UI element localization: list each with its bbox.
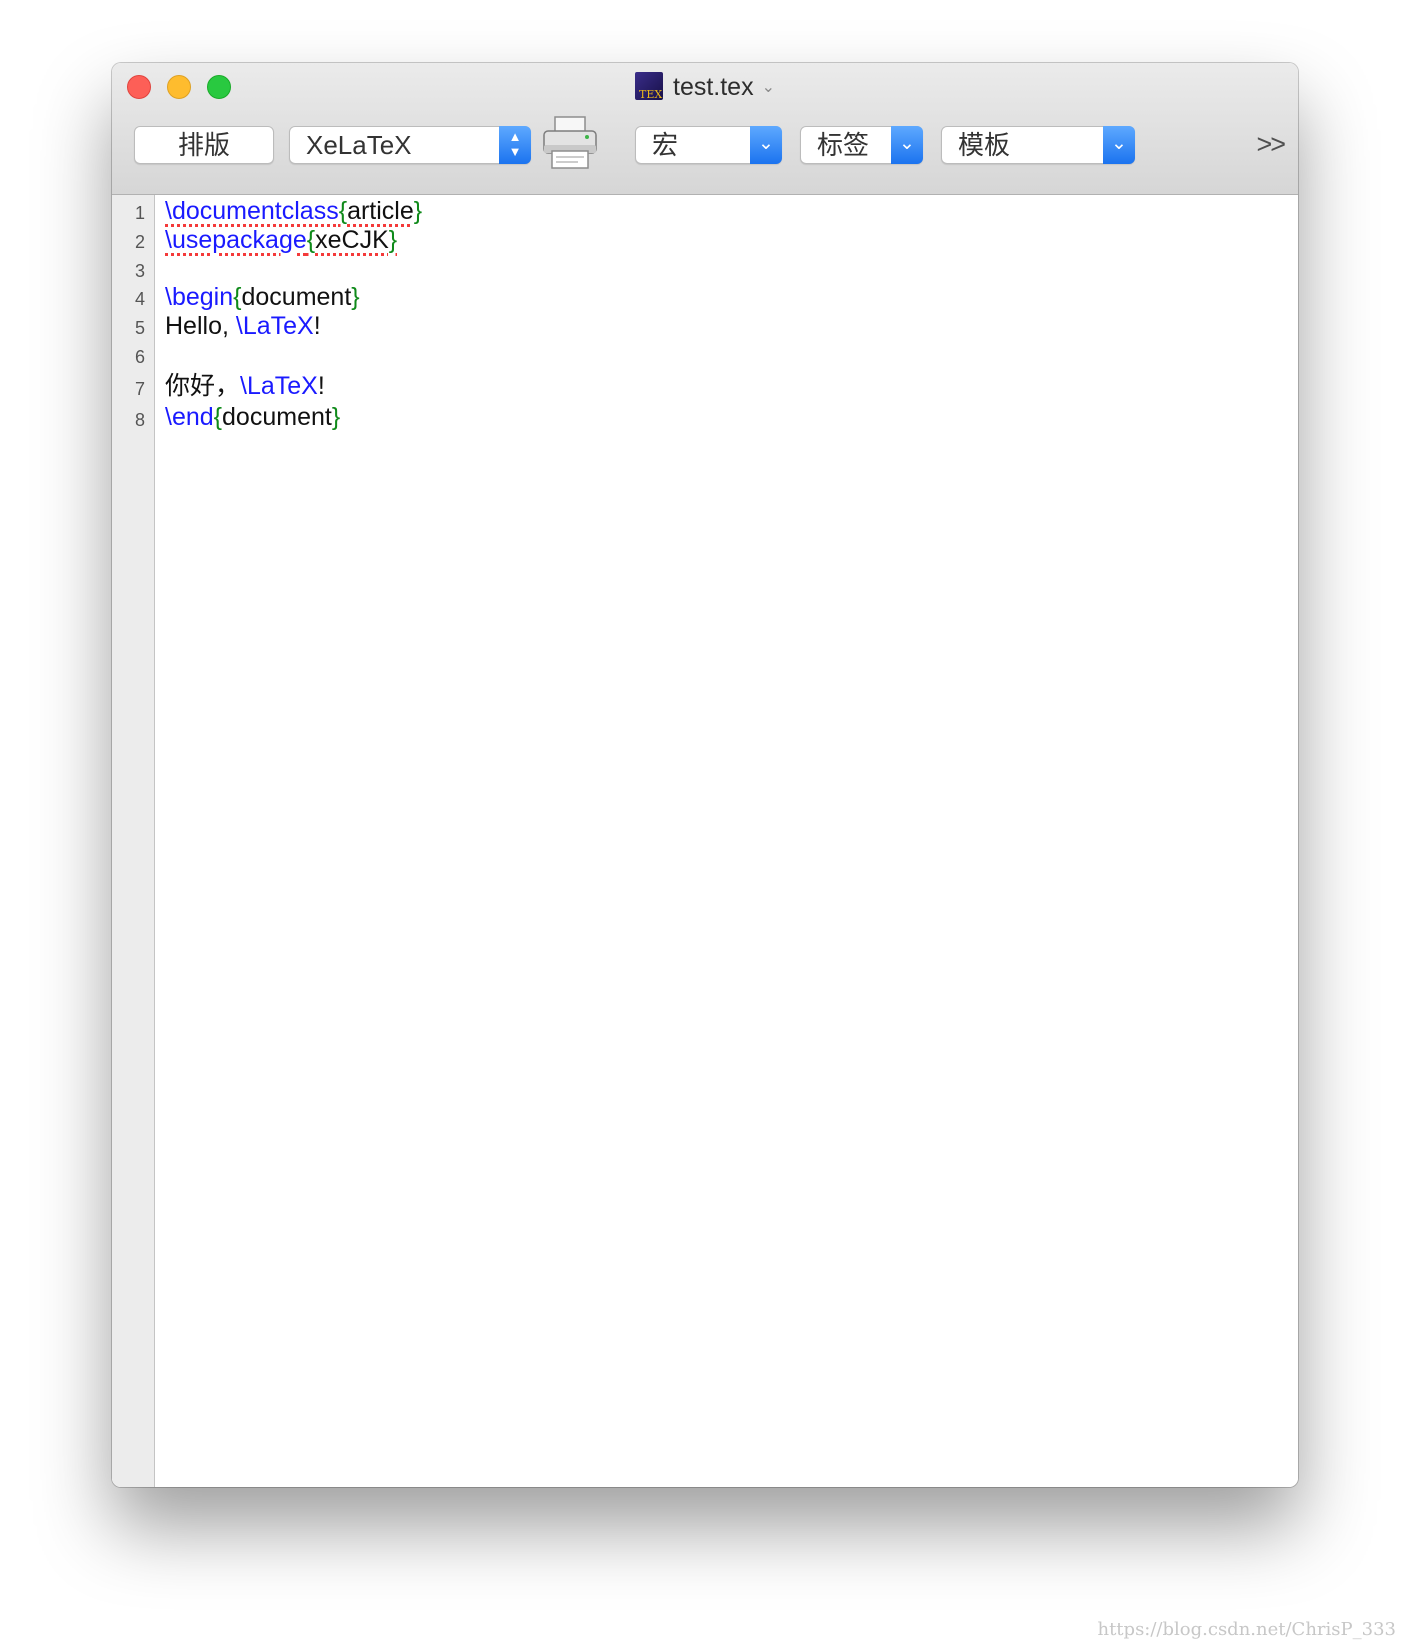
code-line[interactable]: \begin{document}	[165, 282, 360, 312]
brace: {	[306, 226, 316, 254]
plain-text: !	[317, 372, 325, 400]
chevron-down-icon: ⌄	[761, 79, 775, 96]
typeset-button[interactable]: 排版	[134, 126, 274, 164]
updown-arrows-icon: ▲ ▼	[499, 126, 531, 164]
code-line[interactable]: \documentclass{article}	[165, 196, 422, 226]
chevron-down-icon: ⌄	[1103, 126, 1135, 164]
toolbar-overflow-button[interactable]: >>	[1256, 129, 1286, 160]
command-argument: article	[347, 197, 414, 225]
latex-command: \begin	[165, 283, 234, 311]
command-argument: document	[241, 283, 352, 311]
latex-command: \documentclass	[165, 197, 339, 225]
tags-menu-label: 标签	[817, 130, 870, 160]
engine-select[interactable]: XeLaTeX ▲ ▼	[289, 126, 531, 164]
chevron-down-icon: ⌄	[750, 126, 782, 164]
plain-text: !	[313, 312, 321, 340]
watermark: https://blog.csdn.net/ChrisP_333	[1097, 1619, 1396, 1640]
plain-text: 你好，	[165, 372, 241, 400]
latex-command: \LaTeX	[240, 372, 318, 400]
brace: }	[331, 403, 341, 431]
line-number: 4	[134, 289, 145, 309]
title-bar: TEX test.tex ⌄ 排版 XeLaTeX ▲ ▼ 宏 ⌄ 标签 ⌄ 模板 ⌄	[112, 63, 1298, 195]
line-number: 7	[134, 379, 145, 399]
latex-command: \usepackage	[165, 226, 307, 254]
chevron-down-icon: ⌄	[891, 126, 923, 164]
brace: }	[413, 197, 423, 225]
templates-menu-label: 模板	[958, 130, 1011, 160]
printer-icon[interactable]	[540, 115, 600, 171]
plain-text: Hello,	[165, 312, 236, 340]
macros-menu-label: 宏	[652, 130, 679, 160]
window-title[interactable]: TEX test.tex ⌄	[112, 71, 1298, 104]
command-argument: xeCJK	[315, 226, 389, 254]
line-number: 5	[134, 318, 145, 338]
brace: }	[388, 226, 398, 254]
code-line[interactable]: 你好，\LaTeX!	[165, 371, 325, 401]
macros-menu[interactable]: 宏 ⌄	[635, 126, 782, 164]
tex-document-icon: TEX	[635, 72, 663, 101]
code-line[interactable]: \usepackage{xeCJK}	[165, 225, 397, 255]
line-number: 6	[134, 347, 145, 367]
editor-window: TEX test.tex ⌄ 排版 XeLaTeX ▲ ▼ 宏 ⌄ 标签 ⌄ 模板 ⌄	[112, 63, 1298, 1487]
brace: {	[213, 403, 223, 431]
code-line[interactable]: Hello, \LaTeX!	[165, 311, 321, 341]
code-line[interactable]: \end{document}	[165, 402, 340, 432]
source-editor[interactable]: 1 2 3 4 5 6 7 8 \documentclass{article} …	[112, 195, 1298, 1487]
templates-menu[interactable]: 模板 ⌄	[941, 126, 1135, 164]
latex-command: \end	[165, 403, 214, 431]
line-number: 3	[134, 261, 145, 281]
line-number: 2	[134, 232, 145, 252]
tags-menu[interactable]: 标签 ⌄	[800, 126, 923, 164]
line-number-gutter: 1 2 3 4 5 6 7 8	[112, 195, 155, 1487]
command-argument: document	[222, 403, 332, 431]
engine-select-value: XeLaTeX	[306, 130, 412, 160]
brace: }	[351, 283, 360, 311]
line-number: 1	[134, 203, 145, 223]
brace: {	[338, 197, 348, 225]
window-title-text: test.tex	[673, 73, 754, 101]
latex-command: \LaTeX	[235, 312, 314, 340]
line-number: 8	[134, 410, 145, 430]
